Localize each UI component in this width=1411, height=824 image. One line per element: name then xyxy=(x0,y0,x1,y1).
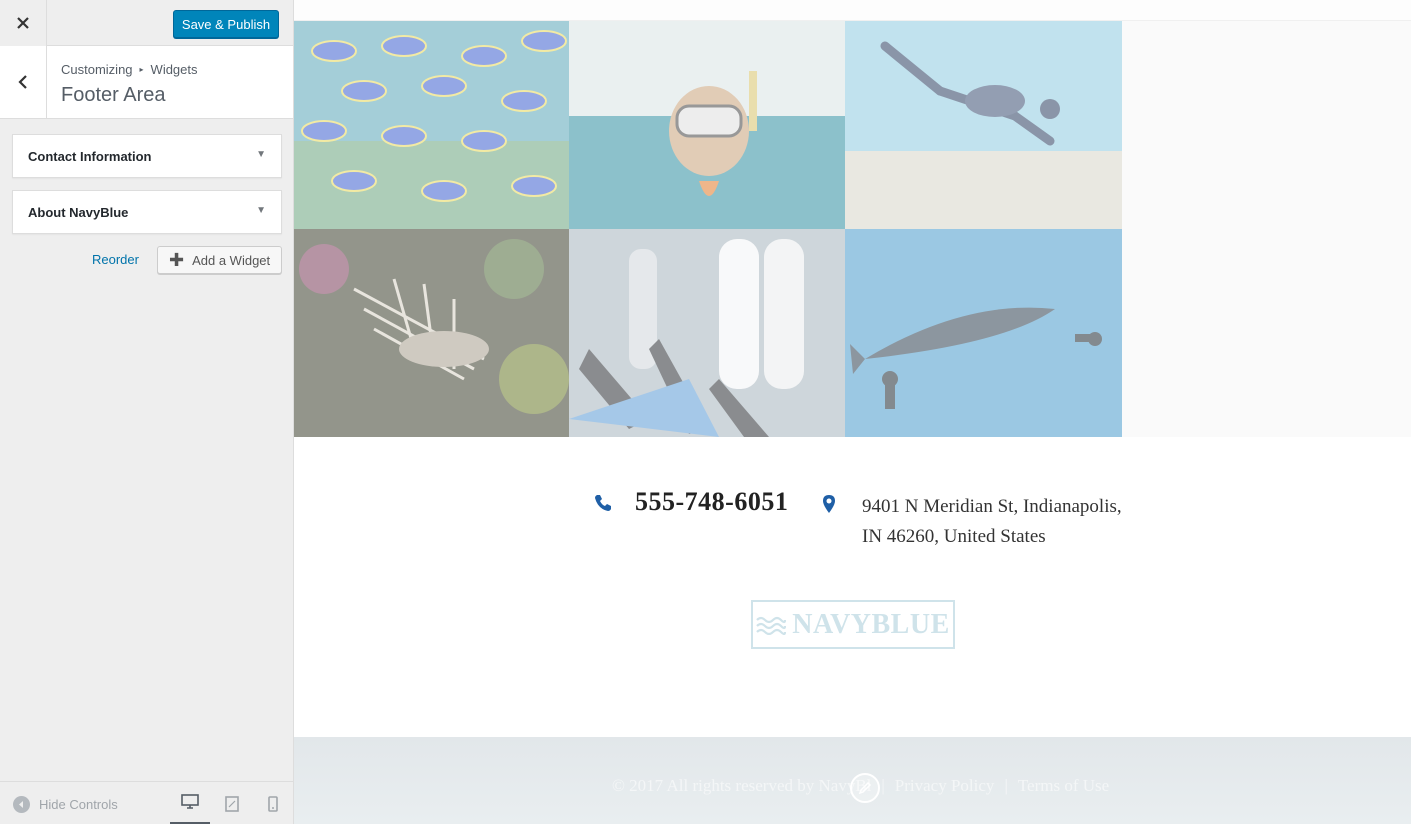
site-footer: © 2017 All rights reserved by NavyBl | P… xyxy=(294,737,1411,824)
collapse-icon xyxy=(13,796,30,813)
device-mobile-button[interactable] xyxy=(253,782,293,824)
mobile-icon xyxy=(268,795,278,812)
edit-shortcut-button[interactable] xyxy=(850,773,880,803)
section-title: Footer Area xyxy=(61,84,166,106)
close-customizer-button[interactable] xyxy=(0,0,47,46)
phone-icon xyxy=(595,495,611,511)
breadcrumb: Customizing ▸ Widgets xyxy=(61,62,198,77)
hide-controls-button[interactable]: Hide Controls xyxy=(13,796,118,813)
close-icon xyxy=(17,17,29,29)
map-pin-icon xyxy=(823,495,835,513)
gallery-image-lionfish[interactable] xyxy=(294,229,569,437)
gallery-image-scuba-tanks[interactable] xyxy=(569,229,845,437)
plus-icon: ✚ xyxy=(169,250,185,270)
gallery-image-scuba-diver[interactable] xyxy=(845,21,1122,229)
expand-arrow-icon[interactable]: ▼ xyxy=(256,205,266,216)
waves-icon xyxy=(756,616,787,635)
add-widget-label: Add a Widget xyxy=(192,252,271,268)
privacy-policy-link[interactable]: Privacy Policy xyxy=(895,776,995,796)
breadcrumb-customizing: Customizing xyxy=(61,62,133,77)
customizer-footer: Hide Controls xyxy=(0,781,293,824)
desktop-icon xyxy=(181,794,199,809)
gallery-image-fish-school[interactable] xyxy=(294,21,569,229)
gallery-side-panel xyxy=(1122,21,1411,437)
reorder-link[interactable]: Reorder xyxy=(92,252,139,267)
tablet-icon xyxy=(225,795,239,812)
preview-top-strip xyxy=(294,0,1411,21)
hide-controls-label: Hide Controls xyxy=(39,797,118,812)
breadcrumb-separator: ▸ xyxy=(139,65,144,74)
widget-contact-information[interactable]: Contact Information ▼ xyxy=(12,134,282,178)
phone-number[interactable]: 555-748-6051 xyxy=(635,487,788,517)
contact-information: 555-748-6051 9401 N Meridian St, Indiana… xyxy=(294,480,1411,560)
customizer-header: Save & Publish xyxy=(0,0,293,46)
customizer-sidebar: Save & Publish Customizing ▸ Widgets Foo… xyxy=(0,0,294,824)
breadcrumb-widgets: Widgets xyxy=(150,62,198,77)
widget-about-navyblue[interactable]: About NavyBlue ▼ xyxy=(12,190,282,234)
back-button[interactable] xyxy=(0,46,47,118)
site-preview: 555-748-6051 9401 N Meridian St, Indiana… xyxy=(294,0,1411,824)
add-widget-button[interactable]: ✚ Add a Widget xyxy=(157,246,282,274)
widget-title: About NavyBlue xyxy=(28,205,129,220)
photo-gallery xyxy=(294,21,1122,437)
address: 9401 N Meridian St, Indianapolis, IN 462… xyxy=(862,496,1122,547)
section-header: Customizing ▸ Widgets Footer Area xyxy=(0,46,293,119)
footer-separator: | xyxy=(1004,776,1008,795)
copyright-text: © 2017 All rights reserved by NavyBl xyxy=(612,776,872,795)
gallery-image-whale-shark[interactable] xyxy=(845,229,1122,437)
site-logo[interactable]: NAVYBLUE xyxy=(751,600,955,649)
widget-title: Contact Information xyxy=(28,149,152,164)
device-desktop-button[interactable] xyxy=(170,782,210,824)
footer-separator: | xyxy=(881,776,885,795)
terms-of-use-link[interactable]: Terms of Use xyxy=(1018,776,1109,796)
pencil-icon xyxy=(858,781,872,795)
save-publish-button[interactable]: Save & Publish xyxy=(173,10,279,38)
logo-text: NAVYBLUE xyxy=(792,608,950,640)
device-tablet-button[interactable] xyxy=(212,782,252,824)
chevron-left-icon xyxy=(18,75,27,89)
gallery-image-snorkeler[interactable] xyxy=(569,21,845,229)
expand-arrow-icon[interactable]: ▼ xyxy=(256,149,266,160)
